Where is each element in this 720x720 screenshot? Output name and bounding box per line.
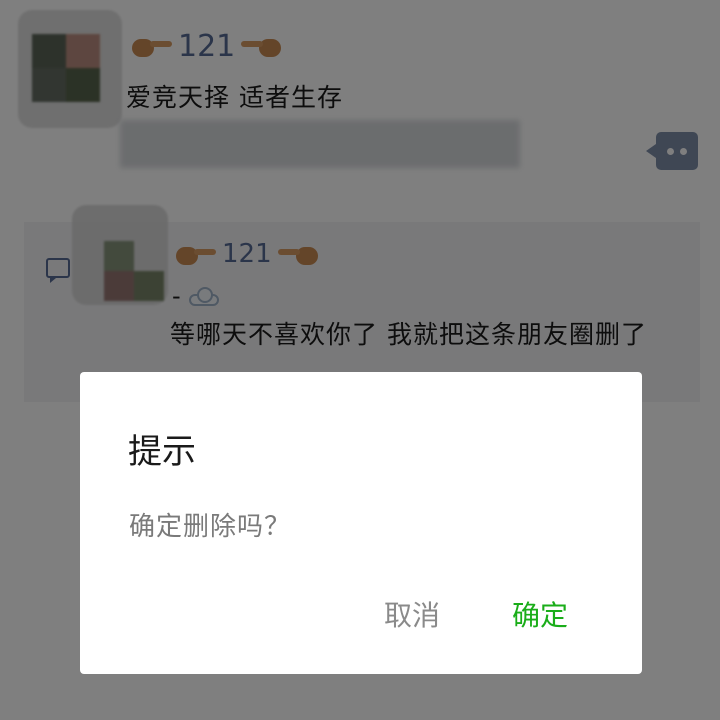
dialog-title: 提示: [128, 432, 196, 472]
dialog-message: 确定删除吗？: [129, 512, 292, 542]
confirm-button[interactable]: 确定: [512, 594, 568, 634]
moments-screen: 121 爱竞天择 适者生存 121 - 等哪天不喜欢你了 我就把这条朋友圈删了 …: [0, 0, 720, 720]
delete-confirm-dialog: 提示 确定删除吗？ 取消 确定: [80, 372, 642, 674]
cancel-button[interactable]: 取消: [384, 594, 440, 634]
